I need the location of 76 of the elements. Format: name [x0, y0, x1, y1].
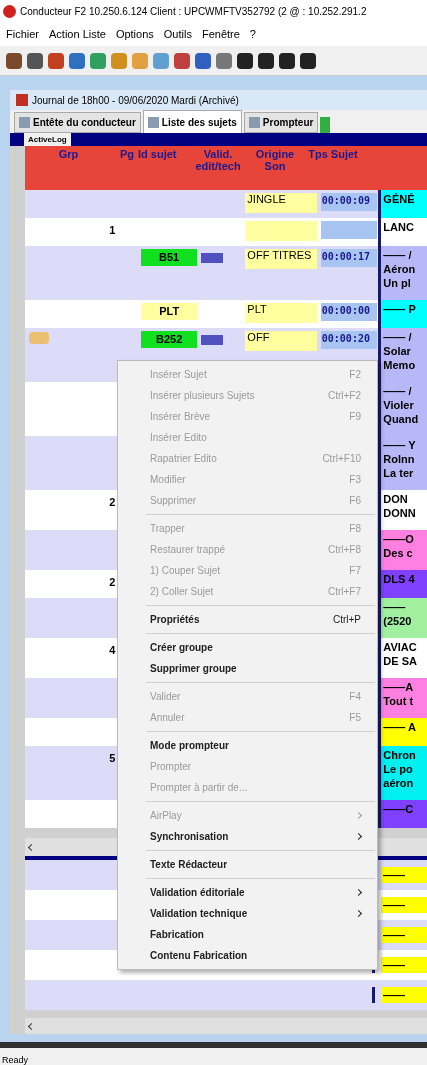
menu-item[interactable]: Mode prompteur: [118, 735, 377, 756]
toolbar-icon[interactable]: [237, 52, 253, 69]
subject-cell-text: AVIAC DE SA: [382, 640, 418, 669]
subject-cell: GÉNÉ: [381, 190, 427, 218]
origin-cell: OFF: [245, 331, 318, 351]
subject-cell: —— P: [381, 300, 427, 328]
sub-tab[interactable]: ActiveLog: [24, 133, 71, 146]
menu-item[interactable]: Action Liste: [49, 25, 106, 43]
window-title: Conducteur F2 10.250.6.124 Client : UPCWMFTV352792 (2 @ : 10.252.291.2: [20, 4, 367, 19]
column-header[interactable]: Grp: [58, 148, 79, 160]
column-header[interactable]: Valid. edit/tech: [192, 148, 244, 172]
page-number: 2: [109, 496, 116, 508]
column-header[interactable]: Pg: [119, 148, 134, 160]
menu-item[interactable]: Contenu Fabrication: [118, 945, 377, 966]
page-number: 5: [109, 752, 116, 764]
menu-item[interactable]: Synchronisation: [118, 826, 377, 847]
subject-cell: —— / Aéron Un pl: [381, 246, 427, 300]
subject-cell: ——A Tout t: [381, 678, 427, 718]
subject-cell: —— / Solar Memo: [381, 328, 427, 382]
status-text: Ready: [1, 1054, 29, 1065]
subject-cell: ——O Des c: [381, 530, 427, 570]
subject-cell-text: LANC: [382, 220, 415, 235]
menu-item[interactable]: Fabrication: [118, 924, 377, 945]
menu-item[interactable]: Validation éditoriale: [118, 882, 377, 903]
subject-id: B252: [141, 331, 198, 348]
origin-cell: JINGLE: [245, 193, 318, 213]
subject-cell-text: DON DONN: [382, 492, 417, 521]
subject-cell: ——: [381, 926, 427, 944]
menu-item[interactable]: Options: [115, 25, 154, 43]
toolbar-icon[interactable]: [279, 52, 295, 69]
toolbar-icon[interactable]: [258, 52, 274, 69]
subject-cell: ——: [381, 866, 427, 884]
page-number: 2: [109, 576, 116, 588]
subject-cell: —— / Violer Quand: [381, 382, 427, 436]
menu-item[interactable]: Supprimer groupe: [118, 658, 377, 679]
menu-item[interactable]: Texte Rédacteur: [118, 854, 377, 875]
subject-id: PLT: [141, 303, 198, 320]
column-header[interactable]: Tps Sujet: [308, 148, 358, 160]
menu-item[interactable]: Validation technique: [118, 903, 377, 924]
subject-cell: —— (2520: [381, 598, 427, 638]
origin-cell: OFF TITRES: [245, 249, 318, 269]
duration-cell: 00:00:17: [320, 249, 377, 267]
duration-cell: [320, 221, 377, 239]
subject-cell: —— Y Rolnn La ter: [381, 436, 427, 490]
subject-cell: ——C: [381, 800, 427, 828]
tab[interactable]: Liste des sujets: [142, 110, 242, 133]
toolbar-icon[interactable]: [6, 52, 22, 69]
page-number: 4: [109, 644, 116, 656]
subject-cell: ——: [381, 956, 427, 974]
duration-cell: 00:00:09: [320, 193, 377, 211]
menu-item[interactable]: ?: [249, 25, 256, 43]
duration-cell: 00:00:20: [320, 331, 377, 349]
menu-item[interactable]: Créer groupe: [118, 637, 377, 658]
page-number: 1: [109, 224, 116, 236]
tab[interactable]: Prompteur: [243, 112, 319, 133]
column-header[interactable]: Id sujet: [138, 148, 177, 160]
subject-id: B51: [141, 249, 198, 266]
document-title: Journal de 18h00 - 09/06/2020 Mardi (Archivé): [32, 93, 239, 108]
tab-icon[interactable]: [320, 117, 331, 133]
toolbar-icon[interactable]: [300, 52, 316, 69]
duration-cell: 00:00:00: [320, 303, 377, 321]
menu-item[interactable]: Propriétés Ctrl+P: [118, 609, 377, 630]
tab[interactable]: Entête du conducteur: [14, 112, 141, 133]
menu-item[interactable]: Outils: [163, 25, 192, 43]
subject-cell: ——: [381, 986, 427, 1004]
menu-item[interactable]: Fenêtre: [201, 25, 240, 43]
subject-cell: Chron Le po aéron: [381, 746, 427, 800]
origin-cell: PLT: [245, 303, 318, 323]
subject-cell: —— A: [381, 718, 427, 746]
menu-item[interactable]: Fichier: [6, 25, 39, 43]
column-header[interactable]: Origine Son: [244, 148, 306, 172]
subject-cell: ——: [381, 896, 427, 914]
subject-cell: DLS 4: [381, 570, 427, 598]
toolbar-icon[interactable]: [27, 52, 43, 69]
document-icon: [16, 94, 28, 106]
app-logo-icon: [3, 4, 16, 18]
